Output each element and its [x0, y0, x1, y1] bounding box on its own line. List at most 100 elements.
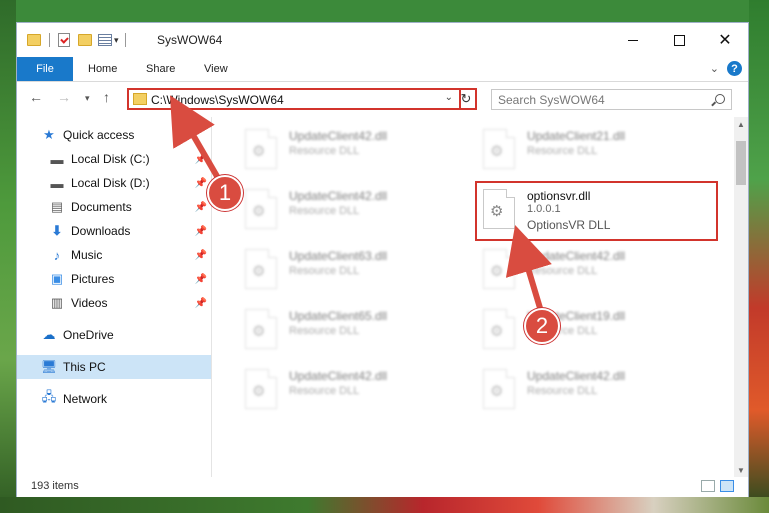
forward-arrow-icon[interactable]: → — [57, 89, 71, 105]
file-name: UpdateClient63.dll — [289, 249, 388, 263]
details-view-icon[interactable] — [701, 480, 715, 492]
sidebar-item-label: Quick access — [63, 128, 135, 142]
sidebar-item-videos[interactable]: ▥ Videos 📌 — [17, 291, 211, 315]
sidebar-item-label: Network — [63, 392, 108, 406]
refresh-icon: ↻ — [460, 91, 472, 106]
sidebar-item-pictures[interactable]: ▣ Pictures 📌 — [17, 267, 211, 291]
file-name: UpdateClient42.dll — [527, 369, 626, 383]
sidebar-item-label: Documents — [71, 200, 132, 214]
scroll-down-icon[interactable]: ▼ — [734, 463, 748, 477]
file-item[interactable]: ⚙ UpdateClient42.dll Resource DLL — [239, 363, 459, 419]
star-icon: ★ — [43, 127, 55, 142]
folder-icon[interactable] — [27, 34, 41, 46]
search-placeholder: Search SysWOW64 — [498, 93, 605, 107]
address-bar[interactable]: C:\Windows\SysWOW64 ⌄ — [127, 88, 461, 110]
file-item[interactable]: ⚙ UpdateClient42.dll Resource DLL — [239, 183, 459, 239]
up-arrow-icon[interactable]: ↑ — [103, 89, 110, 105]
file-item[interactable]: ⚙ UpdateClient65.dll Resource DLL — [239, 303, 459, 359]
file-description: Resource DLL — [527, 145, 598, 157]
sidebar-item-this-pc[interactable]: 🖥 This PC — [17, 355, 211, 379]
folder-icon — [133, 93, 147, 105]
step-marker-1: 1 — [207, 175, 243, 211]
sidebar-item-local-disk-c[interactable]: ▬ Local Disk (C:) 📌 — [17, 147, 211, 171]
gear-icon: ⚙ — [490, 323, 504, 340]
cloud-icon: ☁ — [42, 327, 56, 342]
search-input[interactable]: Search SysWOW64 — [491, 89, 732, 110]
recent-locations-dropdown-icon[interactable]: ▾ — [85, 93, 90, 104]
sidebar-item-label: This PC — [63, 360, 106, 374]
sidebar-item-local-disk-d[interactable]: ▬ Local Disk (D:) 📌 — [17, 171, 211, 195]
sidebar-item-music[interactable]: ♪ Music 📌 — [17, 243, 211, 267]
sidebar-item-label: OneDrive — [63, 328, 114, 342]
file-item[interactable]: ⚙ UpdateClient21.dll Resource DLL — [477, 123, 697, 179]
file-item[interactable]: ⚙ UpdateClient42.dll Resource DLL — [239, 123, 459, 179]
refresh-button[interactable]: ↻ — [457, 88, 477, 110]
file-item[interactable]: ⚙ UpdateClient42.dll Resource DLL — [477, 243, 697, 299]
file-item[interactable]: ⚙ UpdateClient19.dll Resource DLL — [477, 303, 697, 359]
file-name: UpdateClient65.dll — [289, 309, 388, 323]
file-item[interactable]: ⚙ UpdateClient42.dll Resource DLL — [477, 363, 697, 419]
ribbon-tabs: File Home Share View ⌄ ? — [17, 57, 748, 82]
scroll-up-icon[interactable]: ▲ — [734, 117, 748, 131]
tab-home[interactable]: Home — [88, 57, 117, 81]
desktop-background-bottom — [0, 497, 769, 513]
dll-file-icon: ⚙ — [245, 129, 277, 169]
gear-icon: ⚙ — [252, 203, 266, 220]
file-item[interactable]: ⚙ UpdateClient63.dll Resource DLL — [239, 243, 459, 299]
address-dropdown-icon[interactable]: ⌄ — [445, 92, 453, 103]
vertical-scrollbar[interactable]: ▲ ▼ — [734, 117, 748, 477]
customize-toolbar-dropdown-icon[interactable]: ▾ — [114, 35, 119, 46]
pin-icon[interactable]: 📌 — [195, 154, 207, 165]
scrollbar-thumb[interactable] — [736, 141, 746, 185]
status-bar: 193 items — [17, 477, 748, 497]
computer-icon: 🖥 — [40, 359, 58, 374]
maximize-icon — [673, 34, 685, 46]
search-icon[interactable] — [715, 94, 725, 104]
sidebar-item-onedrive[interactable]: ☁ OneDrive — [17, 323, 211, 347]
back-arrow-icon[interactable]: ← — [29, 89, 43, 105]
drive-icon: ▬ — [50, 175, 64, 191]
address-path[interactable]: C:\Windows\SysWOW64 — [151, 93, 284, 107]
file-name: UpdateClient21.dll — [527, 129, 626, 143]
file-name: UpdateClient42.dll — [527, 249, 626, 263]
properties-check-icon[interactable] — [58, 33, 70, 47]
tab-share[interactable]: Share — [146, 57, 175, 81]
file-description: Resource DLL — [289, 145, 360, 157]
expand-ribbon-chevron-icon[interactable]: ⌄ — [710, 62, 719, 75]
sidebar-item-quick-access[interactable]: ★ Quick access — [17, 123, 211, 147]
dll-file-icon: ⚙ — [245, 189, 277, 229]
maximize-button[interactable] — [656, 23, 702, 57]
videos-icon: ▥ — [50, 295, 64, 310]
minimize-button[interactable] — [610, 23, 656, 57]
close-button[interactable]: ✕ — [702, 23, 748, 57]
sidebar-item-downloads[interactable]: ⬇ Downloads 📌 — [17, 219, 211, 243]
sidebar-item-network[interactable]: 🖧 Network — [17, 387, 211, 411]
file-highlight-box — [475, 181, 718, 241]
pin-icon[interactable]: 📌 — [195, 202, 207, 213]
file-description: Resource DLL — [289, 385, 360, 397]
toolbar-divider — [124, 33, 126, 47]
window-title: SysWOW64 — [157, 33, 223, 47]
pin-icon[interactable]: 📌 — [195, 178, 207, 189]
navigation-bar: ← → ▾ ↑ C:\Windows\SysWOW64 ⌄ ↻ Search S… — [17, 83, 748, 115]
title-bar: ▾ SysWOW64 ✕ — [17, 23, 748, 57]
tab-file[interactable]: File — [17, 57, 73, 81]
gear-icon: ⚙ — [252, 263, 266, 280]
sidebar-item-label: Local Disk (C:) — [71, 152, 150, 166]
pin-icon[interactable]: 📌 — [195, 250, 207, 261]
help-icon[interactable]: ? — [727, 61, 742, 76]
pin-icon[interactable]: 📌 — [195, 274, 207, 285]
close-icon: ✕ — [718, 32, 732, 49]
large-icons-view-icon[interactable] — [720, 480, 734, 492]
tab-view[interactable]: View — [204, 57, 228, 81]
pin-icon[interactable]: 📌 — [195, 226, 207, 237]
file-description: Resource DLL — [289, 265, 360, 277]
download-icon: ⬇ — [51, 223, 63, 238]
gear-icon: ⚙ — [490, 383, 504, 400]
properties-icon[interactable] — [98, 34, 112, 46]
pin-icon[interactable]: 📌 — [195, 298, 207, 309]
desktop-background-left — [0, 0, 16, 513]
new-folder-icon[interactable] — [78, 34, 92, 46]
quick-access-toolbar: ▾ — [27, 32, 126, 48]
sidebar-item-documents[interactable]: ▤ Documents 📌 — [17, 195, 211, 219]
